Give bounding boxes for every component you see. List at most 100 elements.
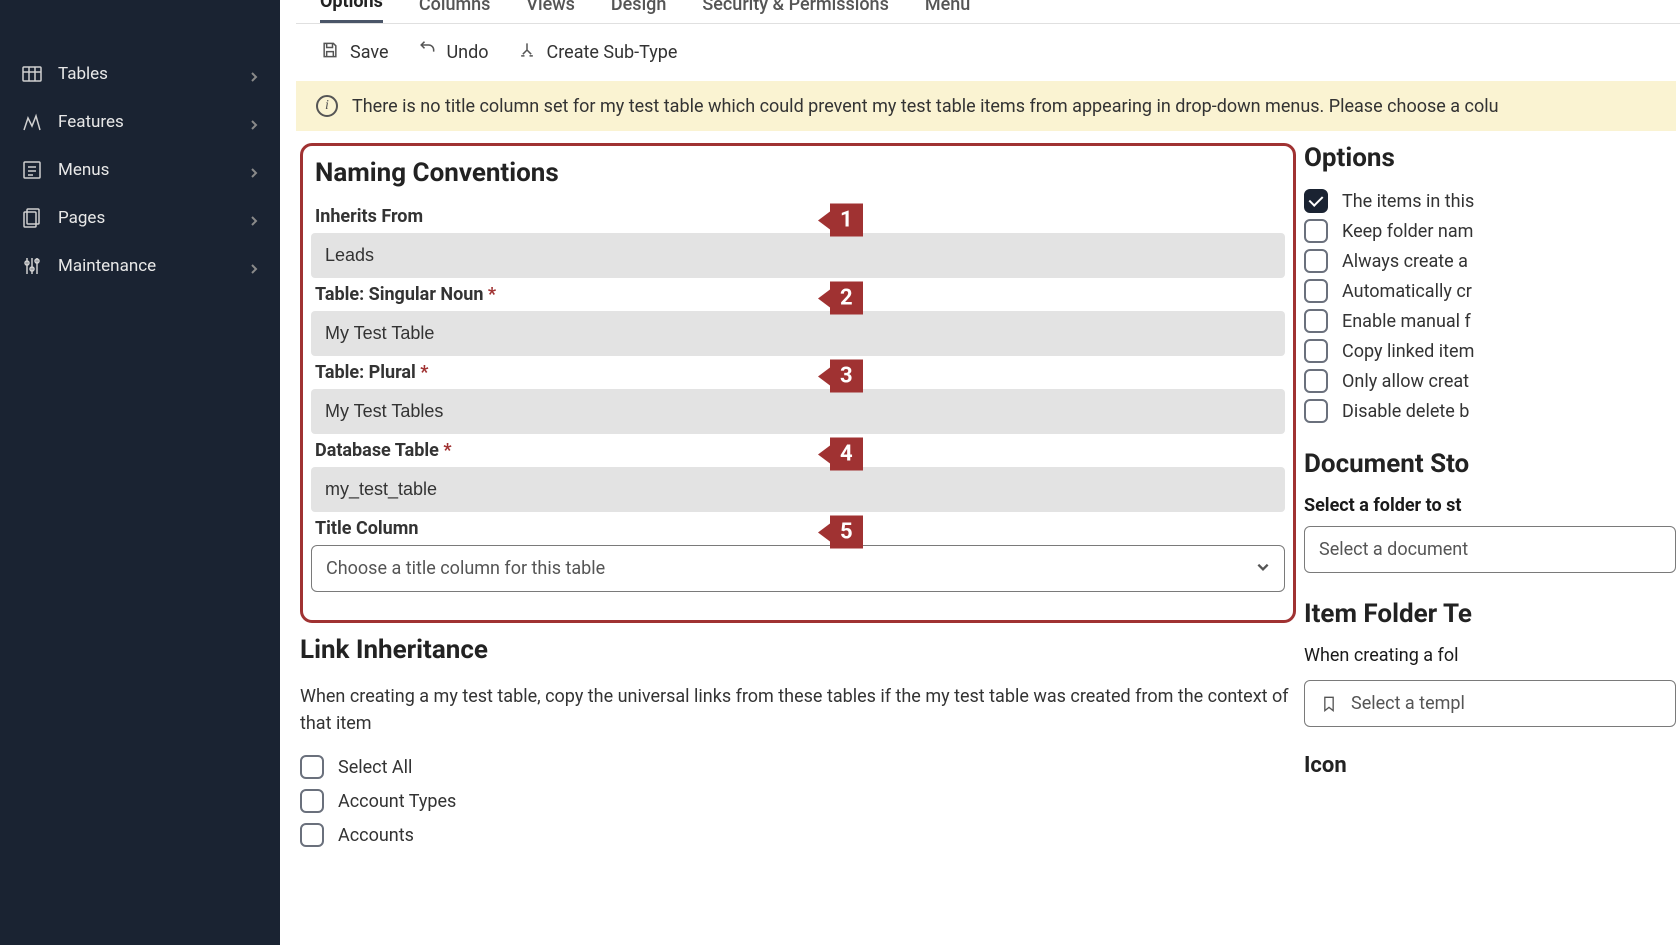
- tab-columns[interactable]: Columns: [419, 0, 491, 23]
- features-icon: [20, 110, 44, 134]
- checkbox-label: The items in this: [1342, 191, 1474, 212]
- warning-banner: i There is no title column set for my te…: [296, 81, 1676, 131]
- select-placeholder: Choose a title column for this table: [326, 558, 605, 579]
- naming-conventions-section: Naming Conventions Inherits From 1 Table…: [300, 143, 1296, 623]
- select-placeholder: Select a document: [1319, 539, 1468, 560]
- save-icon: [320, 40, 340, 65]
- option-row: Always create a: [1304, 249, 1676, 273]
- sidebar-item-label: Features: [58, 112, 248, 132]
- sidebar-item-label: Menus: [58, 160, 248, 180]
- options-title: Options: [1304, 143, 1676, 173]
- main-content: Options Columns Views Design Security & …: [280, 0, 1680, 945]
- tab-views[interactable]: Views: [526, 0, 574, 23]
- field-label: Select a folder to st: [1304, 495, 1676, 516]
- annotation-marker: 5: [818, 516, 863, 549]
- tab-bar: Options Columns Views Design Security & …: [296, 0, 1680, 24]
- select-all-checkbox[interactable]: [300, 755, 324, 779]
- create-subtype-label: Create Sub-Type: [547, 42, 678, 63]
- checkbox-label: Select All: [338, 757, 412, 778]
- section-title: Link Inheritance: [300, 635, 1296, 665]
- select-all-row: Select All: [300, 755, 1296, 779]
- checkbox-label: Accounts: [338, 825, 414, 846]
- tab-options[interactable]: Options: [320, 0, 383, 23]
- tab-design[interactable]: Design: [611, 0, 666, 23]
- sidebar-item-label: Pages: [58, 208, 248, 228]
- icon-section: Icon: [1304, 753, 1676, 778]
- sidebar-item-maintenance[interactable]: Maintenance: [0, 242, 280, 290]
- chevron-right-icon: [248, 116, 260, 128]
- select-placeholder: Select a templ: [1351, 693, 1465, 714]
- annotation-marker: 2: [818, 282, 863, 315]
- tab-menu[interactable]: Menu: [925, 0, 970, 23]
- chevron-right-icon: [248, 68, 260, 80]
- sidebar-item-pages[interactable]: Pages: [0, 194, 280, 242]
- checkbox[interactable]: [300, 789, 324, 813]
- field-label: Title Column: [311, 518, 1285, 539]
- option-row: Automatically cr: [1304, 279, 1676, 303]
- annotation-marker: 1: [818, 204, 863, 237]
- toolbar: Save Undo Create Sub-Type: [296, 24, 1680, 81]
- chevron-right-icon: [248, 164, 260, 176]
- document-folder-select[interactable]: Select a document: [1304, 526, 1676, 573]
- checkbox[interactable]: [1304, 339, 1328, 363]
- undo-button[interactable]: Undo: [417, 40, 489, 65]
- option-row: Keep folder nam: [1304, 219, 1676, 243]
- option-row: Copy linked item: [1304, 339, 1676, 363]
- sidebar: Tables Features Menus Pages Maintenance: [0, 0, 280, 945]
- field-label: Inherits From: [311, 206, 1285, 227]
- info-icon: i: [316, 95, 338, 117]
- inherits-from-input[interactable]: [311, 233, 1285, 278]
- section-description: When creating a my test table, copy the …: [300, 683, 1296, 737]
- sidebar-item-label: Tables: [58, 64, 248, 84]
- create-subtype-button[interactable]: Create Sub-Type: [517, 40, 678, 65]
- checkbox-label: Keep folder nam: [1342, 221, 1473, 242]
- checkbox[interactable]: [300, 823, 324, 847]
- checkbox-label: Automatically cr: [1342, 281, 1472, 302]
- list-item: Accounts: [300, 823, 1296, 847]
- checkbox[interactable]: [1304, 309, 1328, 333]
- field-database-table: Database Table * 4: [311, 440, 1285, 512]
- tab-security[interactable]: Security & Permissions: [702, 0, 888, 23]
- section-title: Naming Conventions: [311, 158, 1285, 188]
- options-list: The items in this Keep folder nam Always…: [1304, 189, 1676, 423]
- title-column-select[interactable]: Choose a title column for this table: [311, 545, 1285, 592]
- save-button[interactable]: Save: [320, 40, 389, 65]
- template-select[interactable]: Select a templ: [1304, 680, 1676, 727]
- chevron-right-icon: [248, 212, 260, 224]
- field-singular-noun: Table: Singular Noun * 2: [311, 284, 1285, 356]
- checkbox[interactable]: [1304, 279, 1328, 303]
- field-inherits-from: Inherits From 1: [311, 206, 1285, 278]
- checkbox-label: Account Types: [338, 791, 456, 812]
- option-row: Disable delete b: [1304, 399, 1676, 423]
- sidebar-item-menus[interactable]: Menus: [0, 146, 280, 194]
- link-inheritance-section: Link Inheritance When creating a my test…: [300, 635, 1296, 847]
- plural-input[interactable]: [311, 389, 1285, 434]
- list-item: Account Types: [300, 789, 1296, 813]
- checkbox[interactable]: [1304, 189, 1328, 213]
- checkbox[interactable]: [1304, 249, 1328, 273]
- sidebar-item-features[interactable]: Features: [0, 98, 280, 146]
- database-table-input[interactable]: [311, 467, 1285, 512]
- checkbox[interactable]: [1304, 399, 1328, 423]
- checkbox[interactable]: [1304, 369, 1328, 393]
- option-row: Enable manual f: [1304, 309, 1676, 333]
- checkbox-label: Always create a: [1342, 251, 1468, 272]
- subtype-icon: [517, 40, 537, 65]
- sidebar-item-tables[interactable]: Tables: [0, 50, 280, 98]
- save-label: Save: [350, 42, 389, 63]
- pages-icon: [20, 206, 44, 230]
- section-title: Icon: [1304, 753, 1676, 778]
- annotation-marker: 4: [818, 438, 863, 471]
- chevron-right-icon: [248, 260, 260, 272]
- chevron-down-icon: [1256, 558, 1270, 579]
- section-description: When creating a fol: [1304, 645, 1676, 666]
- undo-icon: [417, 40, 437, 65]
- table-icon: [20, 62, 44, 86]
- checkbox-label: Only allow creat: [1342, 371, 1469, 392]
- sidebar-item-label: Maintenance: [58, 256, 248, 276]
- singular-noun-input[interactable]: [311, 311, 1285, 356]
- checkbox-label: Copy linked item: [1342, 341, 1474, 362]
- checkbox[interactable]: [1304, 219, 1328, 243]
- checkbox-label: Enable manual f: [1342, 311, 1471, 332]
- section-title: Document Sto: [1304, 449, 1676, 479]
